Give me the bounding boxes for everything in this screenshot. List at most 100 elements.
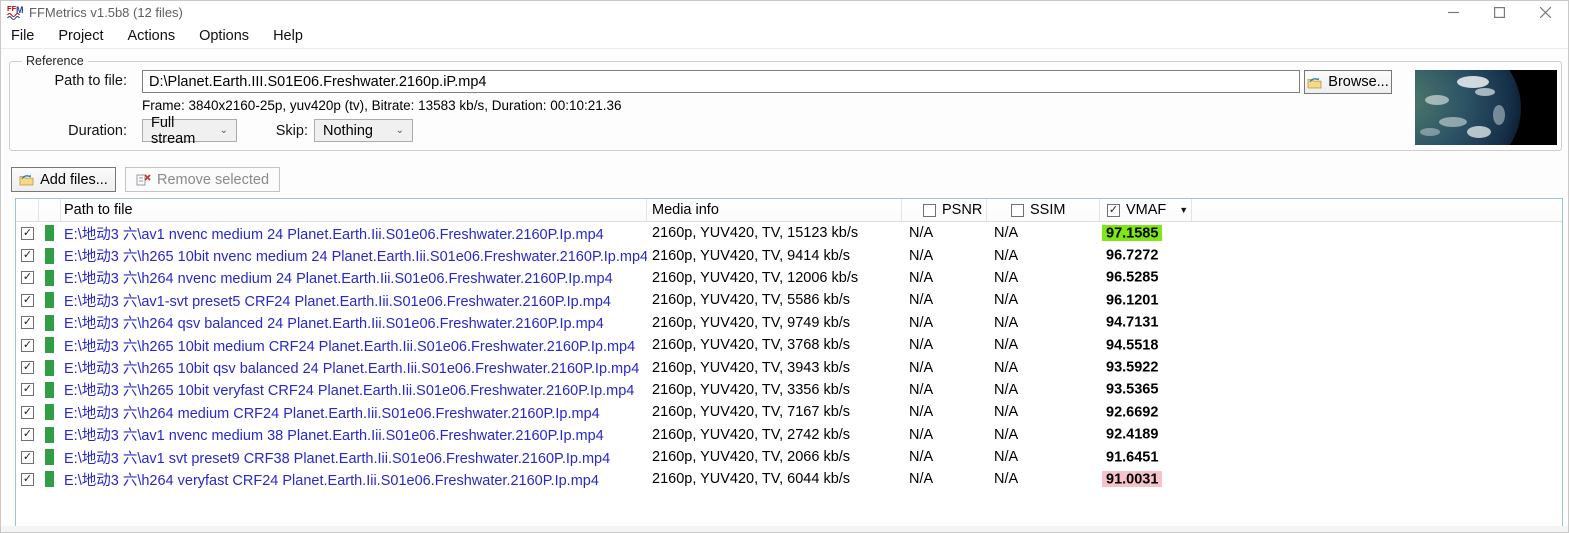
- play-icon: [45, 292, 54, 309]
- table-row[interactable]: ✓ E:\地动3 六\av1 svt preset9 CRF38 Planet.…: [16, 446, 1562, 468]
- header-path-to-file[interactable]: Path to file: [61, 199, 647, 221]
- row-checkbox[interactable]: ✓: [21, 293, 34, 307]
- row-file-path: E:\地动3 六\h264 medium CRF24 Planet.Earth.…: [64, 405, 600, 422]
- row-checkbox[interactable]: ✓: [21, 405, 34, 419]
- table-row[interactable]: ✓ E:\地动3 六\h265 10bit qsv balanced 24 Pl…: [16, 356, 1562, 378]
- row-checkbox[interactable]: ✓: [21, 383, 34, 397]
- row-media-info: 2160p, YUV420, TV, 3943 kb/s: [652, 359, 851, 376]
- files-table-header: Path to file Media info PSNR SSIM ✓ VMAF…: [16, 199, 1562, 222]
- row-file-path: E:\地动3 六\av1 nvenc medium 24 Planet.Eart…: [64, 226, 604, 243]
- vmaf-checkbox[interactable]: ✓: [1107, 203, 1120, 217]
- row-media-info: 2160p, YUV420, TV, 9749 kb/s: [652, 314, 851, 331]
- chevron-down-icon: ⌄: [219, 125, 228, 136]
- row-ssim-value: N/A: [994, 404, 1019, 421]
- row-vmaf-value: 93.5365: [1106, 381, 1159, 398]
- table-row[interactable]: ✓ E:\地动3 六\h264 veryfast CRF24 Planet.Ea…: [16, 468, 1562, 490]
- row-checkbox[interactable]: ✓: [21, 338, 34, 352]
- row-ssim-value: N/A: [994, 247, 1019, 264]
- earth-preview-image: [1365, 36, 1557, 180]
- row-file-path: E:\地动3 六\av1 svt preset9 CRF38 Planet.Ea…: [64, 450, 611, 467]
- row-psnr-value: N/A: [909, 426, 934, 443]
- minimize-button[interactable]: [1430, 1, 1476, 24]
- table-row[interactable]: ✓ E:\地动3 六\h265 10bit medium CRF24 Plane…: [16, 334, 1562, 356]
- open-folder-icon: [1307, 77, 1322, 88]
- remove-list-item-icon: [136, 173, 151, 185]
- row-ssim-value: N/A: [994, 225, 1019, 242]
- row-vmaf-value: 96.5285: [1106, 269, 1159, 286]
- row-vmaf-value: 94.5518: [1106, 337, 1159, 354]
- duration-select[interactable]: Full stream ⌄: [142, 115, 237, 147]
- table-row[interactable]: ✓ E:\地动3 六\av1 nvenc medium 38 Planet.Ea…: [16, 424, 1562, 446]
- play-icon: [45, 225, 54, 242]
- duration-label: Duration:: [68, 123, 127, 139]
- row-media-info: 2160p, YUV420, TV, 2066 kb/s: [652, 449, 851, 466]
- row-file-path: E:\地动3 六\h264 nvenc medium 24 Planet.Ear…: [64, 271, 613, 288]
- play-icon: [45, 471, 54, 488]
- menu-project[interactable]: Project: [46, 25, 115, 48]
- menu-options[interactable]: Options: [187, 25, 261, 48]
- psnr-checkbox[interactable]: [923, 203, 936, 217]
- row-checkbox[interactable]: ✓: [21, 316, 34, 330]
- row-file-path: E:\地动3 六\h265 10bit medium CRF24 Planet.…: [64, 338, 636, 355]
- row-checkbox[interactable]: ✓: [21, 361, 34, 375]
- row-file-path: E:\地动3 六\av1-svt preset5 CRF24 Planet.Ea…: [64, 293, 611, 310]
- play-icon: [45, 381, 54, 398]
- row-ssim-value: N/A: [994, 381, 1019, 398]
- header-ssim[interactable]: SSIM: [987, 199, 1100, 221]
- row-file-path: E:\地动3 六\h265 10bit qsv balanced 24 Plan…: [64, 361, 640, 378]
- table-row[interactable]: ✓ E:\地动3 六\h265 10bit veryfast CRF24 Pla…: [16, 379, 1562, 401]
- add-files-button[interactable]: Add files...: [11, 167, 116, 192]
- table-row[interactable]: ✓ E:\地动3 六\av1-svt preset5 CRF24 Planet.…: [16, 289, 1562, 311]
- row-checkbox[interactable]: ✓: [21, 271, 34, 285]
- browse-button-label: Browse...: [1328, 74, 1389, 90]
- ssim-checkbox[interactable]: [1011, 203, 1024, 217]
- row-psnr-value: N/A: [909, 471, 934, 488]
- remove-selected-button: Remove selected: [125, 167, 280, 192]
- row-checkbox[interactable]: ✓: [21, 428, 34, 442]
- table-row[interactable]: ✓ E:\地动3 六\h265 10bit nvenc medium 24 Pl…: [16, 244, 1562, 266]
- row-ssim-value: N/A: [994, 426, 1019, 443]
- row-file-path: E:\地动3 六\av1 nvenc medium 38 Planet.Eart…: [64, 428, 604, 445]
- remove-selected-button-label: Remove selected: [156, 171, 270, 188]
- maximize-button[interactable]: [1476, 1, 1522, 24]
- row-media-info: 2160p, YUV420, TV, 3768 kb/s: [652, 337, 851, 354]
- menu-file[interactable]: File: [9, 25, 46, 48]
- table-row[interactable]: ✓ E:\地动3 六\av1 nvenc medium 24 Planet.Ea…: [16, 222, 1562, 244]
- reference-video-thumbnail[interactable]: [1365, 36, 1557, 180]
- row-file-path: E:\地动3 六\h265 10bit nvenc medium 24 Plan…: [64, 249, 647, 266]
- reference-group: Reference Path to file: Browse... Frame:…: [9, 36, 1562, 180]
- path-to-file-label: Path to file:: [54, 73, 127, 89]
- header-vmaf[interactable]: ✓ VMAF ▼: [1100, 199, 1192, 221]
- row-checkbox[interactable]: ✓: [21, 472, 34, 486]
- add-files-button-label: Add files...: [40, 171, 108, 188]
- table-row[interactable]: ✓ E:\地动3 六\h264 qsv balanced 24 Planet.E…: [16, 312, 1562, 334]
- table-row[interactable]: ✓ E:\地动3 六\h264 medium CRF24 Planet.Eart…: [16, 401, 1562, 423]
- play-icon: [45, 314, 54, 331]
- row-vmaf-value: 91.0031: [1102, 471, 1163, 488]
- header-psnr[interactable]: PSNR: [902, 199, 987, 221]
- row-checkbox[interactable]: ✓: [21, 226, 34, 240]
- row-ssim-value: N/A: [994, 292, 1019, 309]
- row-file-path: E:\地动3 六\h264 qsv balanced 24 Planet.Ear…: [64, 316, 604, 333]
- row-media-info: 2160p, YUV420, TV, 15123 kb/s: [652, 225, 859, 242]
- header-media-info[interactable]: Media info: [647, 199, 902, 221]
- menu-help[interactable]: Help: [261, 25, 315, 48]
- row-psnr-value: N/A: [909, 247, 934, 264]
- row-psnr-value: N/A: [909, 269, 934, 286]
- table-row[interactable]: ✓ E:\地动3 六\h264 nvenc medium 24 Planet.E…: [16, 267, 1562, 289]
- row-vmaf-value: 91.6451: [1106, 449, 1159, 466]
- skip-select[interactable]: Nothing ⌄: [314, 119, 413, 142]
- row-psnr-value: N/A: [909, 337, 934, 354]
- row-ssim-value: N/A: [994, 471, 1019, 488]
- row-psnr-value: N/A: [909, 292, 934, 309]
- row-vmaf-value: 97.1585: [1102, 225, 1163, 242]
- header-status-column: [39, 199, 61, 221]
- header-filler-column: [1192, 199, 1562, 221]
- reference-path-input[interactable]: [142, 70, 1300, 93]
- menu-actions[interactable]: Actions: [116, 25, 188, 48]
- close-button[interactable]: [1522, 1, 1568, 24]
- browse-button[interactable]: Browse...: [1304, 70, 1392, 94]
- header-checkbox-column: [16, 199, 39, 221]
- row-checkbox[interactable]: ✓: [21, 450, 34, 464]
- row-checkbox[interactable]: ✓: [21, 249, 34, 263]
